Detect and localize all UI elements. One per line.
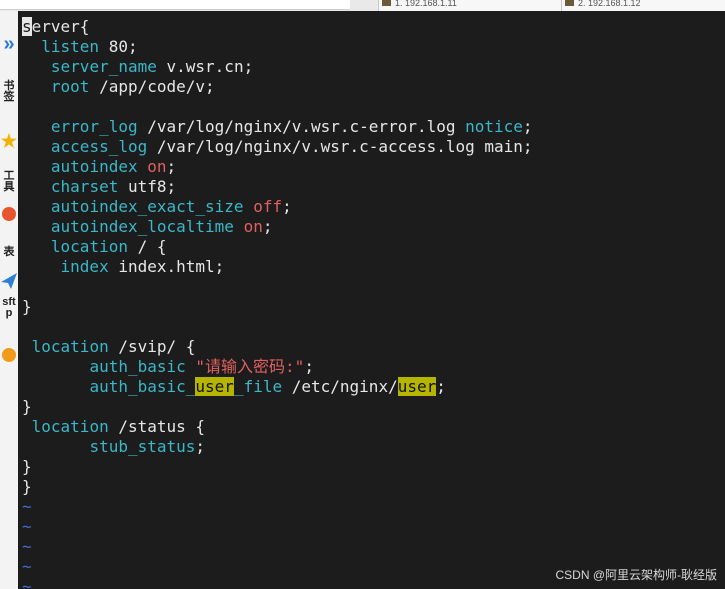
empty-line-marker: ~: [22, 497, 32, 516]
code-line: location /status {: [31, 417, 206, 436]
code-line: index index.html;: [60, 257, 225, 276]
watermark: CSDN @阿里云架构师-耿经版: [555, 568, 717, 582]
search-match: user: [195, 377, 234, 396]
code-line: location / {: [50, 237, 167, 256]
star-icon[interactable]: ★: [0, 131, 18, 152]
sidebar-item-tools[interactable]: 工具: [2, 171, 16, 193]
sidebar-item-sftp[interactable]: sftp: [2, 297, 16, 319]
sidebar: » 书签 ★ 工具 表 sftp: [0, 11, 19, 589]
tab-label: 2. 192.168.1.12: [578, 0, 641, 8]
code-line: autoindex on;: [50, 157, 177, 176]
text-cursor: s: [22, 17, 32, 36]
code-line: listen 80;: [41, 37, 138, 56]
code-line: }: [22, 297, 32, 316]
code-line: }: [22, 397, 32, 416]
code-line: error_log /var/log/nginx/v.wsr.c-error.l…: [50, 117, 533, 136]
empty-line-marker: ~: [22, 577, 32, 589]
terminal-tab-bar: 1. 192.168.1.11 2. 192.168.1.12: [0, 0, 725, 12]
empty-line-marker: ~: [22, 517, 32, 536]
code-line: autoindex_localtime on;: [50, 217, 273, 236]
sidebar-item-table[interactable]: 表: [0, 243, 18, 259]
code-line: access_log /var/log/nginx/v.wsr.c-access…: [50, 137, 533, 156]
chevron-right-icon[interactable]: »: [0, 33, 18, 56]
code-line: location /svip/ {: [31, 337, 196, 356]
tab-label: 1. 192.168.1.11: [395, 0, 457, 8]
code-line: server{: [22, 17, 90, 36]
terminal-icon: [382, 0, 391, 6]
app-icon[interactable]: [2, 207, 16, 221]
code-line: auth_basic_user_file /etc/nginx/user;: [89, 377, 446, 396]
sidebar-item-bookmarks[interactable]: 书签: [2, 81, 16, 103]
code-line: }: [22, 457, 32, 476]
code-line: root /app/code/v;: [50, 77, 215, 96]
code-line: charset utf8;: [50, 177, 177, 196]
send-icon[interactable]: [1, 273, 17, 289]
search-match: user: [397, 377, 437, 396]
empty-line-marker: ~: [22, 537, 32, 556]
code-line: stub_status;: [89, 437, 206, 456]
code-line: auth_basic "请输入密码:";: [89, 357, 314, 376]
code-line: }: [22, 477, 32, 496]
terminal-icon: [565, 0, 574, 6]
empty-line-marker: ~: [22, 557, 32, 576]
code-line: server_name v.wsr.cn;: [50, 57, 254, 76]
code-line: autoindex_exact_size off;: [50, 197, 292, 216]
app-icon[interactable]: [2, 348, 16, 362]
toolbar-area: [0, 0, 350, 10]
vim-editor[interactable]: server{ listen 80; server_name v.wsr.cn;…: [18, 11, 725, 589]
